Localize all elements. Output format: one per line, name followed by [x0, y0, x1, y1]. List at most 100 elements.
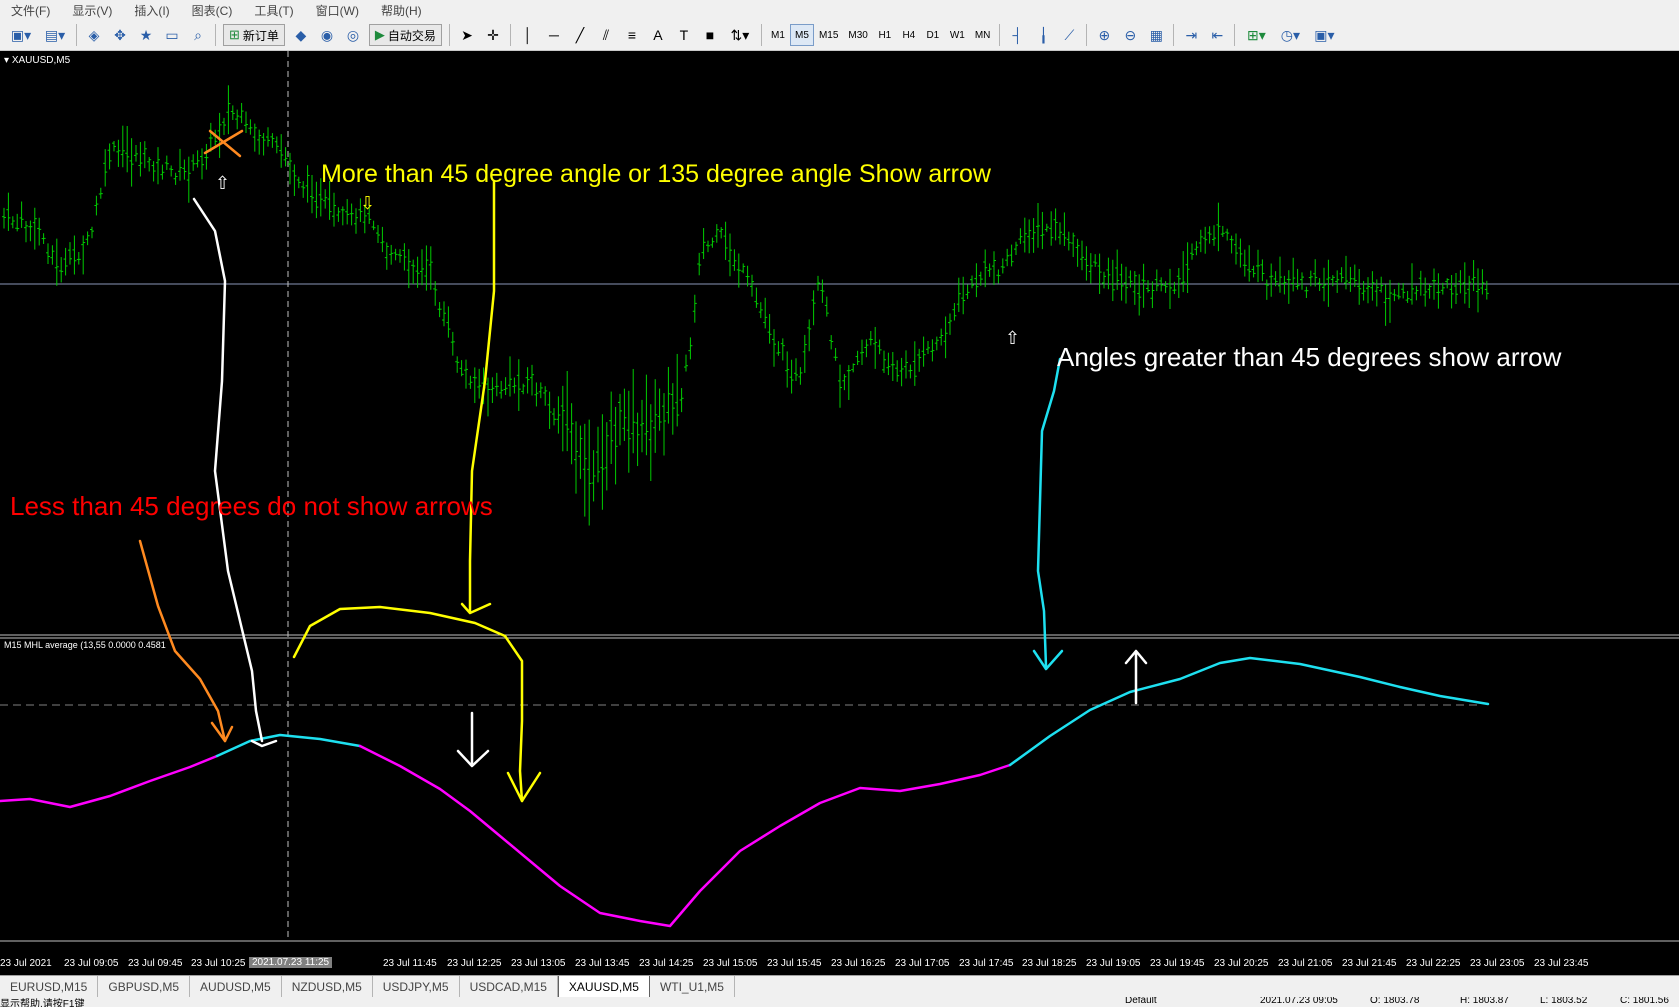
auto-scroll-icon[interactable]: ⇥ — [1180, 24, 1202, 46]
indicators-icon[interactable]: ⊞▾ — [1241, 24, 1271, 46]
cursor-icon[interactable]: ➤ — [456, 24, 478, 46]
candlestick-icon[interactable]: ╽ — [1032, 24, 1054, 46]
toolbar-separator — [448, 24, 450, 46]
candle-bar — [1150, 281, 1155, 309]
candle-bar — [76, 252, 81, 265]
chart-tab[interactable]: XAUUSD,M5 — [557, 976, 650, 998]
time-axis-label: 23 Jul 18:25 — [1022, 958, 1077, 969]
candle-bar — [816, 275, 820, 291]
strategy-tester-icon[interactable]: ⌕ — [187, 24, 209, 46]
data-window-icon[interactable]: ✥ — [109, 24, 131, 46]
chart-tabs: EURUSD,M15 GBPUSD,M5 AUDUSD,M5 NZDUSD,M5 USD… — [0, 975, 1679, 998]
candle-bar — [1454, 272, 1458, 304]
timeframe-button[interactable]: W1 — [945, 24, 970, 46]
zoom-out-icon[interactable]: ⊖ — [1119, 24, 1141, 46]
menu-item[interactable]: 工具(T) — [243, 2, 304, 19]
candle-bar — [1093, 254, 1098, 267]
menu-item[interactable]: 窗口(W) — [305, 2, 370, 19]
timeframe-button[interactable]: M15 — [814, 24, 843, 46]
time-axis-label: 23 Jul 15:05 — [703, 958, 758, 969]
menu-item[interactable]: 插入(I) — [123, 2, 180, 19]
chart-shift-icon[interactable]: ⇤ — [1206, 24, 1228, 46]
candle-bar — [899, 357, 904, 387]
candle-bar — [252, 123, 257, 152]
candle-bar — [833, 347, 838, 361]
candle-bar — [508, 356, 512, 397]
chart-tab[interactable]: GBPUSD,M5 — [98, 976, 191, 998]
chart-tab[interactable]: NZDUSD,M5 — [282, 976, 373, 998]
line-chart-icon[interactable]: ⟋ — [1058, 24, 1080, 46]
equidistant-channel-icon[interactable]: ⫽ — [595, 24, 617, 46]
arrows-icon[interactable]: ⇅▾ — [725, 24, 755, 46]
candle-bar — [1467, 275, 1472, 308]
timeframe-button[interactable]: M30 — [843, 24, 872, 46]
candle-bar — [688, 337, 693, 360]
candle-bar — [1102, 271, 1106, 289]
bar-chart-icon[interactable]: ┤ — [1006, 24, 1028, 46]
candle-bar — [186, 156, 191, 203]
trendline-icon[interactable]: ╱ — [569, 24, 591, 46]
timeframe-button[interactable]: M1 — [766, 24, 790, 46]
menu-item[interactable]: 帮助(H) — [370, 2, 433, 19]
new-order-button[interactable]: ⊞ 新订单 — [223, 24, 285, 46]
signals-icon[interactable]: ◉ — [316, 24, 338, 46]
text-icon[interactable]: A — [647, 24, 669, 46]
chart-tab[interactable]: EURUSD,M15 — [0, 976, 99, 998]
candle-bar — [1212, 225, 1216, 246]
candle-bar — [811, 290, 816, 326]
candle-bar — [780, 338, 785, 361]
candle-bar — [1427, 283, 1432, 299]
timeframe-button[interactable]: MN — [970, 24, 996, 46]
candle-bar — [560, 385, 565, 452]
timeframe-button[interactable]: M5 — [789, 24, 814, 46]
menu-item[interactable]: 图表(C) — [181, 2, 244, 19]
fibonacci-icon[interactable]: ≡ — [621, 24, 643, 46]
candle-bar — [248, 119, 253, 135]
candle-bar — [310, 175, 314, 214]
chart-tab[interactable]: USDCAD,M15 — [460, 976, 558, 998]
text-label-icon[interactable]: T — [673, 24, 695, 46]
chart-down-arrow-icon: ⇩ — [360, 193, 375, 214]
zoom-in-icon[interactable]: ⊕ — [1093, 24, 1115, 46]
candle-bar — [428, 246, 433, 290]
vertical-line-icon[interactable]: │ — [517, 24, 539, 46]
navigator-icon[interactable]: ★ — [135, 24, 157, 46]
menu-item[interactable]: 显示(V) — [61, 2, 123, 19]
candle-bar — [1295, 268, 1300, 290]
candle-bar — [829, 335, 834, 350]
timeframe-button[interactable]: H4 — [897, 24, 921, 46]
auto-trading-button[interactable]: ▶ 自动交易 — [368, 24, 442, 46]
terminal-icon[interactable]: ▭ — [161, 24, 183, 46]
menu-item[interactable]: 文件(F) — [0, 2, 61, 19]
profiles-icon[interactable]: ▤▾ — [40, 24, 70, 46]
market-icon[interactable]: ◎ — [342, 24, 364, 46]
candle-bar — [736, 253, 741, 288]
candle-bar — [824, 296, 829, 317]
candle-bar — [151, 161, 156, 182]
candle-bar — [890, 351, 895, 382]
metaeditor-icon[interactable]: ◆ — [290, 24, 312, 46]
templates-icon[interactable]: ▣▾ — [1309, 24, 1339, 46]
market-watch-icon[interactable]: ◈ — [83, 24, 105, 46]
chart-tab[interactable]: WTI_U1,M5 — [650, 976, 735, 998]
timeframe-button[interactable]: H1 — [873, 24, 897, 46]
indicator-line-down — [358, 744, 1012, 928]
candle-bar — [534, 382, 539, 407]
candle-bar — [1383, 284, 1388, 326]
new-chart-icon[interactable]: ▣▾ — [6, 24, 36, 46]
horizontal-line-icon[interactable]: ─ — [543, 24, 565, 46]
chart-tab[interactable]: USDJPY,M5 — [373, 976, 460, 998]
candle-bar — [332, 192, 336, 227]
candle-bar — [455, 356, 460, 373]
candle-bar — [948, 313, 952, 335]
tile-windows-icon[interactable]: ▦ — [1145, 24, 1167, 46]
chart-tab[interactable]: AUDUSD,M5 — [190, 976, 282, 998]
chart-window[interactable]: ⇧ ⇩ ⇧ ▾ XAUUSD,M5 M15 MHL average (13,55 0… — [0, 51, 1679, 975]
periods-icon[interactable]: ◷▾ — [1275, 24, 1305, 46]
timeframe-button[interactable]: D1 — [921, 24, 945, 46]
candle-bar — [1471, 260, 1476, 292]
toolbar-separator — [999, 24, 1001, 46]
crosshair-icon[interactable]: ✛ — [482, 24, 504, 46]
candle-bar — [116, 139, 121, 167]
rectangle-icon[interactable]: ■ — [699, 24, 721, 46]
